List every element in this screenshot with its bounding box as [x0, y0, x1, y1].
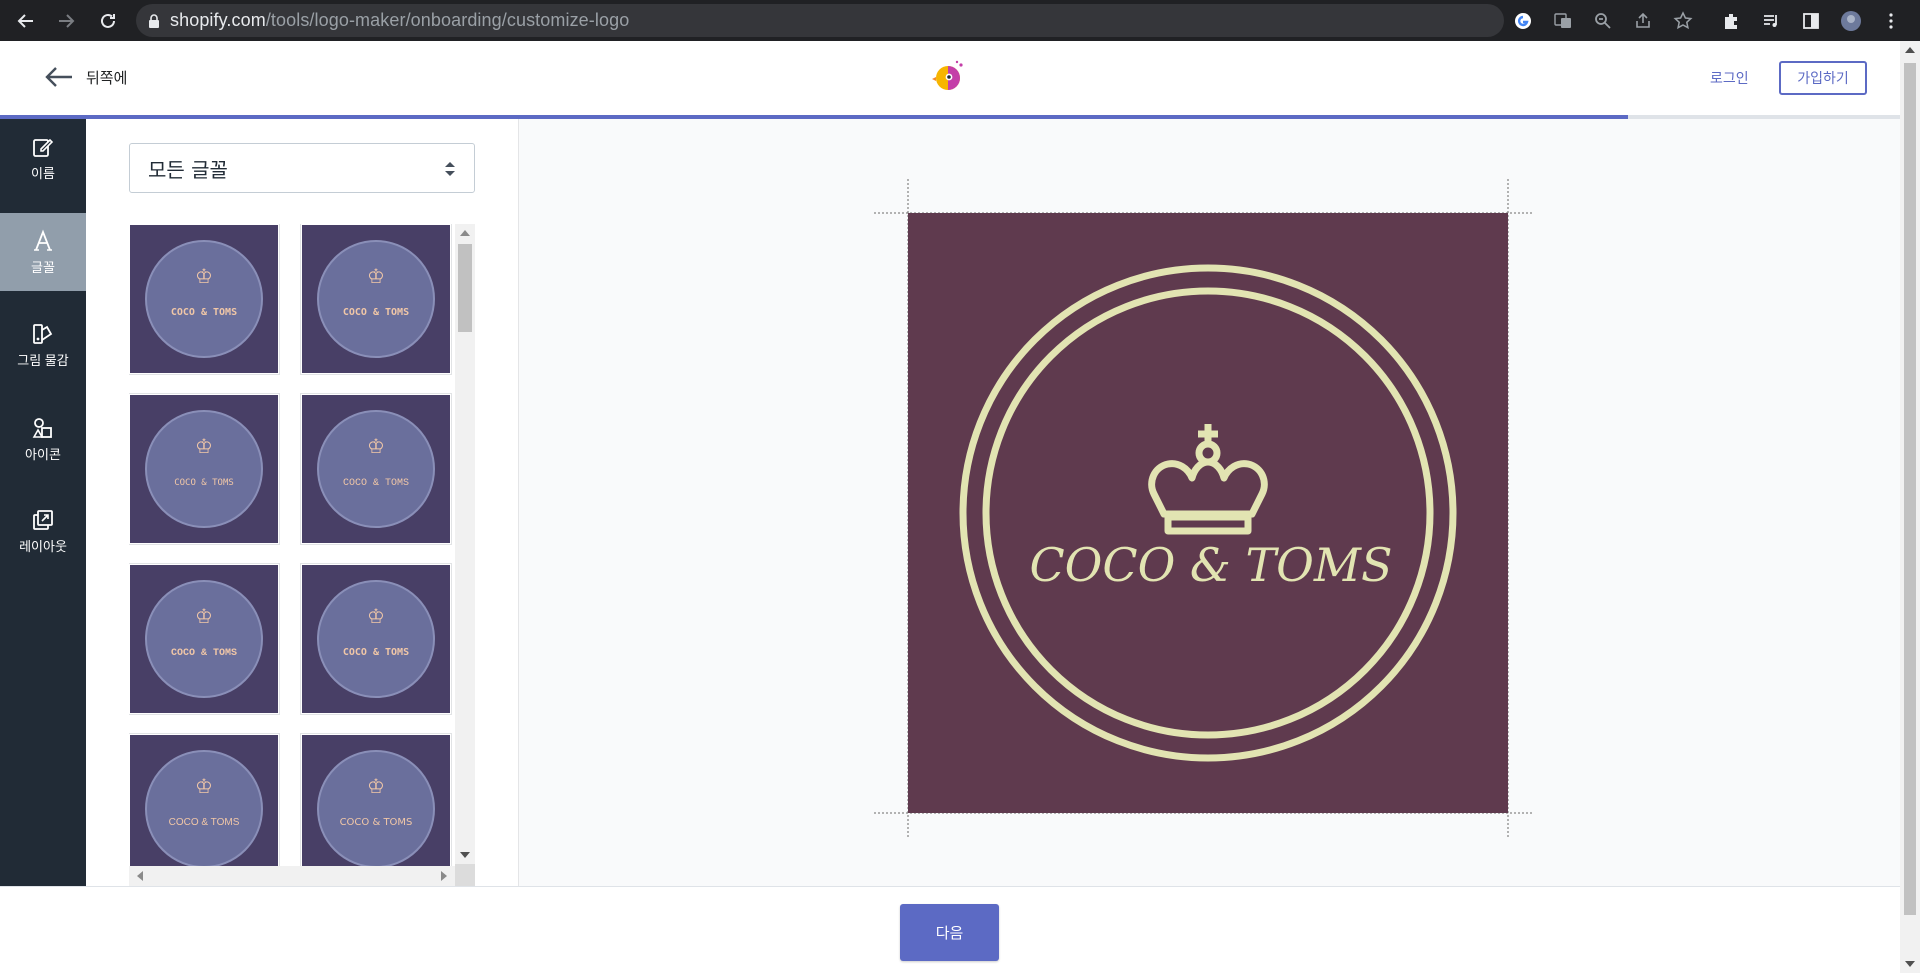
back-label: 뒤쪽에	[86, 69, 128, 87]
sidebar-item-label: 아이콘	[25, 446, 61, 462]
scroll-left-arrow[interactable]	[137, 871, 143, 881]
arrow-right-icon	[59, 13, 75, 28]
logo-canvas-area: COCO & TOMS	[518, 119, 1900, 886]
zoom-icon[interactable]	[1583, 0, 1623, 41]
sidebar-item-icon[interactable]: 아이콘	[0, 400, 86, 478]
svg-text:♔: ♔	[367, 604, 385, 628]
back-nav-button[interactable]	[6, 0, 46, 41]
font-option-tile[interactable]: ♔ COCO & TOMS	[129, 564, 279, 714]
scroll-down-arrow[interactable]	[1905, 961, 1915, 967]
font-option-grid: ♔ COCO & TOMS ♔ COCO & TOMS ♔ COCO & TOMS ♔…	[129, 224, 475, 886]
sidebar-item-color[interactable]: 그림 물감	[0, 306, 86, 384]
address-bar[interactable]: shopify.com/tools/logo-maker/onboarding/…	[136, 4, 1504, 37]
side-panel-icon[interactable]	[1791, 0, 1831, 41]
font-filter-value: 모든 글꼴	[148, 157, 228, 182]
scroll-up-arrow[interactable]	[1905, 47, 1915, 53]
sidebar: 이름 글꼴 그림 물감 아이콘 레이아웃	[0, 119, 86, 886]
tile-text: COCO & TOMS	[343, 478, 409, 489]
translate-icon[interactable]	[1543, 0, 1583, 41]
header: 뒤쪽에 로그인 가입하기	[0, 41, 1900, 115]
login-link[interactable]: 로그인	[1710, 68, 1749, 88]
sidebar-item-label: 레이아웃	[19, 538, 67, 554]
font-icon	[34, 229, 52, 251]
edit-icon	[33, 138, 54, 157]
grid-vertical-scrollbar[interactable]	[455, 224, 475, 864]
forward-nav-button[interactable]	[46, 0, 86, 41]
layout-icon	[33, 509, 53, 530]
font-option-tile[interactable]: ♔ COCO & TOMS	[129, 734, 279, 884]
tile-text: COCO & TOMS	[171, 648, 237, 659]
reload-button[interactable]	[88, 0, 128, 41]
font-option-tile[interactable]: ♔ COCO & TOMS	[301, 564, 451, 714]
select-arrows-icon	[445, 162, 455, 176]
sidebar-item-font[interactable]: 글꼴	[0, 213, 86, 291]
tile-text: COCO & TOMS	[343, 647, 409, 658]
tile-text: COCO & TOMS	[340, 817, 413, 828]
grid-horizontal-scrollbar[interactable]	[129, 866, 455, 886]
shopify-hatchful-logo	[929, 57, 969, 97]
arrow-left-icon	[45, 67, 72, 87]
font-option-tile[interactable]: ♔ COCO & TOMS	[129, 224, 279, 374]
next-button[interactable]: 다음	[900, 904, 999, 961]
svg-text:♔: ♔	[195, 434, 213, 458]
url-text: shopify.com/tools/logo-maker/onboarding/…	[170, 10, 630, 30]
logo-brand-text: COCO & TOMS	[1029, 538, 1392, 592]
reload-icon	[101, 13, 115, 28]
logo-canvas: COCO & TOMS	[874, 179, 1534, 839]
sidebar-item-label: 그림 물감	[17, 352, 69, 368]
scroll-corner	[455, 864, 475, 886]
svg-text:♔: ♔	[367, 774, 385, 798]
tile-text: COCO & TOMS	[343, 307, 409, 318]
svg-text:♔: ♔	[195, 604, 213, 628]
svg-text:♔: ♔	[195, 264, 213, 288]
signup-button[interactable]: 가입하기	[1779, 61, 1867, 95]
page-scrollbar[interactable]	[1900, 41, 1920, 973]
scroll-right-arrow[interactable]	[441, 871, 447, 881]
extensions-icon[interactable]	[1711, 0, 1751, 41]
sidebar-item-label: 이름	[31, 165, 55, 181]
media-control-icon[interactable]	[1751, 0, 1791, 41]
profile-avatar[interactable]	[1831, 0, 1871, 41]
lock-icon	[149, 13, 159, 28]
back-button[interactable]: 뒤쪽에	[44, 65, 127, 89]
browser-toolbar: shopify.com/tools/logo-maker/onboarding/…	[0, 0, 1920, 41]
browser-menu-icon[interactable]	[1871, 0, 1911, 41]
bookmark-star-icon[interactable]	[1663, 0, 1703, 41]
tile-text: COCO & TOMS	[171, 307, 237, 318]
font-option-tile[interactable]: ♔ COCO & TOMS	[301, 224, 451, 374]
sidebar-item-layout[interactable]: 레이아웃	[0, 492, 86, 570]
footer: 다음	[0, 886, 1900, 973]
tile-text: COCO & TOMS	[169, 817, 240, 828]
svg-text:♔: ♔	[367, 434, 385, 458]
font-option-tile[interactable]: ♔ COCO & TOMS	[301, 734, 451, 884]
font-option-tile[interactable]: ♔ COCO & TOMS	[301, 394, 451, 544]
google-icon[interactable]	[1503, 0, 1543, 41]
arrow-left-icon	[17, 13, 33, 28]
paint-icon	[33, 323, 53, 344]
scroll-down-arrow[interactable]	[460, 852, 470, 858]
crown-icon	[1148, 424, 1268, 535]
page: 뒤쪽에 로그인 가입하기 이름 글꼴 그림 물감 아이콘 레이아웃 모든 글꼴 …	[0, 41, 1920, 973]
svg-text:♔: ♔	[367, 264, 385, 288]
font-option-tile[interactable]: ♔ COCO & TOMS	[129, 394, 279, 544]
sidebar-item-name[interactable]: 이름	[0, 119, 86, 197]
shapes-icon	[32, 417, 52, 438]
font-panel: 모든 글꼴 ♔ COCO & TOMS ♔ COCO & TOMS ♔ COCO & …	[86, 119, 518, 886]
logo-preview[interactable]: COCO & TOMS	[908, 213, 1508, 813]
font-filter-select[interactable]: 모든 글꼴	[129, 143, 475, 193]
svg-text:♔: ♔	[195, 774, 213, 798]
sidebar-item-label: 글꼴	[31, 259, 55, 275]
tile-text: COCO & TOMS	[174, 478, 234, 488]
share-icon[interactable]	[1623, 0, 1663, 41]
scroll-thumb[interactable]	[458, 244, 472, 332]
scroll-up-arrow[interactable]	[460, 230, 470, 236]
scroll-thumb[interactable]	[1904, 63, 1916, 915]
